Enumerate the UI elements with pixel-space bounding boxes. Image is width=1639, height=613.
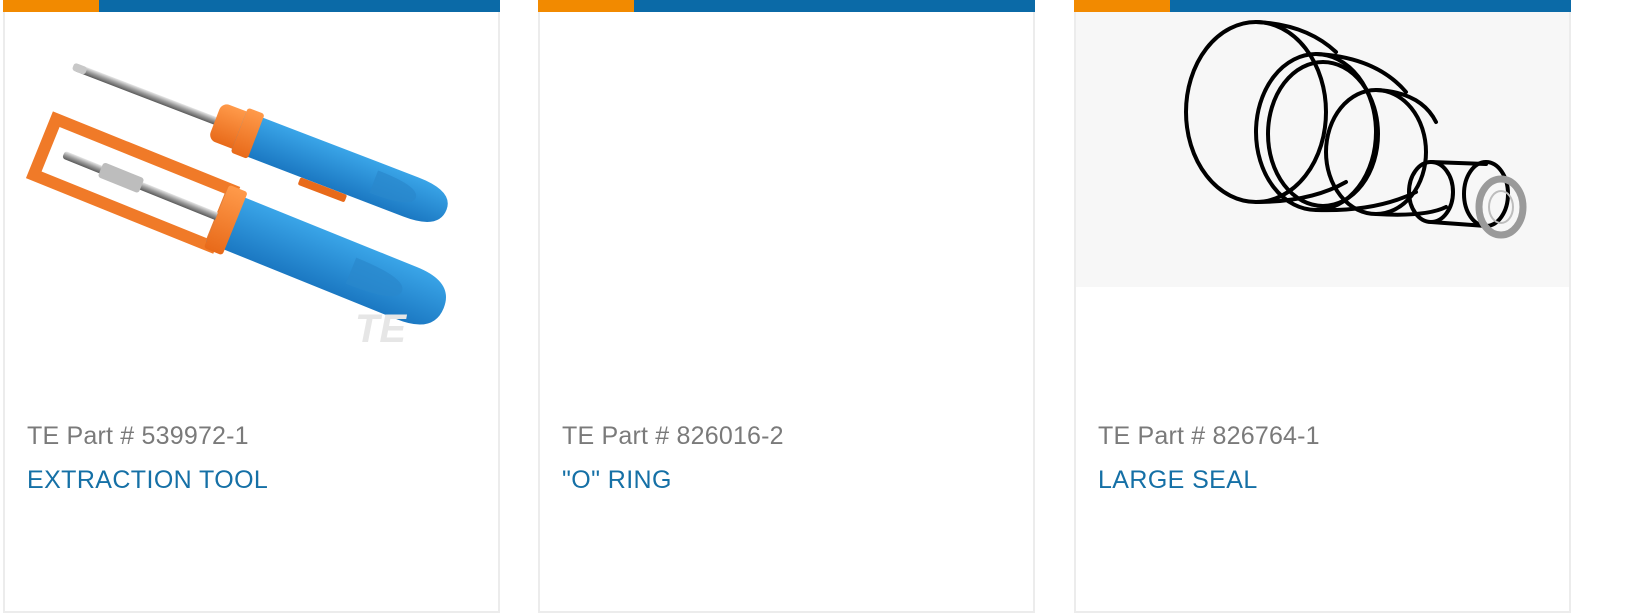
- product-name-link[interactable]: EXTRACTION TOOL: [27, 466, 268, 495]
- product-card-826016-2[interactable]: TE Part # 826016-2 "O" RING: [538, 0, 1035, 613]
- product-name-link[interactable]: LARGE SEAL: [1098, 466, 1258, 495]
- te-watermark: TE: [355, 307, 407, 351]
- product-image[interactable]: [1076, 12, 1569, 382]
- part-number: TE Part # 826764-1: [1098, 422, 1320, 450]
- card-top-bar-accent: [1074, 0, 1170, 12]
- card-top-bar: [3, 0, 500, 12]
- product-name-link[interactable]: "O" RING: [562, 466, 672, 495]
- part-number: TE Part # 826016-2: [562, 422, 784, 450]
- card-top-bar-accent: [3, 0, 99, 12]
- card-top-bar: [1074, 0, 1571, 12]
- large-seal-drawing: [1076, 12, 1569, 287]
- card-top-bar: [538, 0, 1035, 12]
- product-card-539972-1[interactable]: TE TE Part # 539972-1 EXTRACTION TOOL: [3, 0, 500, 613]
- part-number: TE Part # 539972-1: [27, 422, 249, 450]
- product-image-placeholder[interactable]: [540, 12, 1033, 382]
- product-image[interactable]: TE: [5, 12, 498, 382]
- card-top-bar-accent: [538, 0, 634, 12]
- extraction-tool-image: TE: [25, 63, 448, 351]
- product-card-826764-1[interactable]: TE Part # 826764-1 LARGE SEAL: [1074, 0, 1571, 613]
- product-grid: TE TE Part # 539972-1 EXTRACTION TOOL TE…: [0, 0, 1639, 613]
